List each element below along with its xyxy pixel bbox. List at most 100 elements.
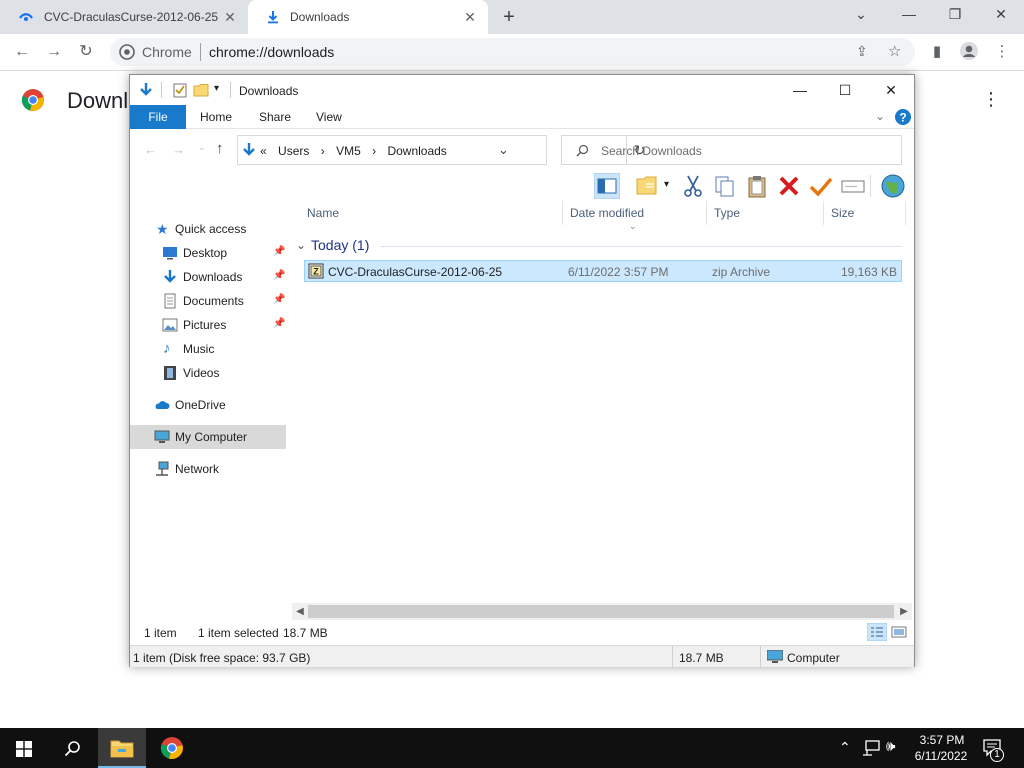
disk-free-text: 1 item (Disk free space: 93.7 GB) [133,651,311,665]
nav-network[interactable]: Network [130,457,286,481]
file-explorer-icon [110,740,134,758]
nav-documents[interactable]: Documents 📌 [130,289,286,313]
new-folder-dropdown-icon[interactable]: ▾ [664,179,669,190]
ribbon-tab-home[interactable]: Home [186,105,246,129]
taskbar: ⌃ 🕪 3:57 PM 6/11/2022 1 [0,728,1024,768]
taskbar-file-explorer[interactable] [98,728,146,768]
delete-icon[interactable] [776,173,802,199]
close-window-button[interactable]: ✕ [978,0,1024,30]
details-view-icon[interactable] [867,623,887,641]
network-tray-icon[interactable] [862,740,880,756]
nav-my-computer[interactable]: My Computer [130,425,286,449]
rename-field-icon[interactable] [840,173,866,199]
location-bar[interactable]: « Users › VM5 › Downloads ⌄ ↻ [237,135,645,165]
ribbon-tab-view[interactable]: View [302,105,356,129]
close-tab-icon[interactable]: ✕ [222,9,238,25]
status-divider [672,646,673,668]
search-input[interactable]: Search Downloads [561,135,902,165]
nav-pictures[interactable]: Pictures 📌 [130,313,286,337]
status-divider [760,646,761,668]
rename-check-icon[interactable] [808,173,834,199]
ribbon-expand-icon[interactable]: ⌄ [875,109,885,123]
globe-icon[interactable] [880,173,906,199]
back-arrow-icon[interactable]: ← [10,40,34,64]
restore-button[interactable]: ❐ [932,0,978,30]
column-type[interactable]: Type [707,201,824,225]
minimize-button[interactable]: — [886,0,932,30]
ribbon-tab-file[interactable]: File [130,105,186,129]
search-button[interactable] [48,728,96,768]
nav-desktop[interactable]: Desktop 📌 [130,241,286,265]
side-panel-icon[interactable]: ▮ [926,41,948,63]
volume-icon[interactable]: 🕪 [886,738,895,755]
ribbon-tab-share[interactable]: Share [245,105,305,129]
file-row[interactable]: Z CVC-DraculasCurse-2012-06-25 6/11/2022… [304,260,902,282]
profile-avatar-icon[interactable] [958,41,980,63]
breadcrumb-downloads[interactable]: Downloads [387,144,446,158]
close-tab-icon[interactable]: ✕ [462,9,478,25]
forward-arrow-icon[interactable]: → [172,142,185,157]
file-size: 19,163 KB [840,265,897,279]
tab-search-icon[interactable]: ⌄ [838,0,884,30]
nav-downloads[interactable]: Downloads 📌 [130,265,286,289]
column-size[interactable]: Size [824,201,906,225]
clock-time[interactable]: 3:57 PM [917,733,967,747]
address-bar[interactable]: Chrome chrome://downloads ⇪ ☆ [110,38,915,66]
horizontal-scrollbar[interactable]: ◀ ▶ [292,603,912,620]
chrome-menu-icon[interactable]: ⋮ [991,41,1013,63]
download-folder-icon[interactable] [138,82,154,98]
page-menu-icon[interactable]: ⋮ [982,89,1000,110]
up-arrow-icon[interactable]: ↑ [216,140,224,157]
bookmark-star-icon[interactable]: ☆ [888,42,901,60]
start-button[interactable] [0,728,48,768]
cut-icon[interactable] [680,173,706,199]
browser-toolbar: ← → ↻ Chrome chrome://downloads ⇪ ☆ ▮ ⋮ [0,34,1024,70]
paste-icon[interactable] [744,173,770,199]
collapse-icon[interactable]: ⌄ [296,238,306,252]
share-icon[interactable]: ⇪ [856,43,868,60]
new-folder-icon[interactable] [634,173,660,199]
pin-icon[interactable]: 📌 [273,270,285,281]
pin-icon[interactable]: 📌 [273,318,285,329]
properties-icon[interactable] [172,82,188,98]
new-folder-icon[interactable] [193,82,209,98]
back-arrow-icon[interactable]: ← [144,142,157,157]
breadcrumb: « Users › VM5 › Downloads [260,144,447,158]
reload-icon[interactable]: ↻ [74,40,98,64]
column-name[interactable]: Name [300,201,563,225]
preview-pane-icon[interactable] [594,173,620,199]
tab-downloads[interactable]: Downloads ✕ [248,0,488,34]
scroll-thumb[interactable] [308,605,894,618]
nav-quick-access[interactable]: ★ Quick access [130,217,286,241]
pin-icon[interactable]: 📌 [273,246,285,257]
explorer-close-button[interactable]: ✕ [868,75,914,105]
url-text[interactable]: chrome://downloads [209,44,334,60]
forward-arrow-icon[interactable]: → [42,40,66,64]
nav-label: Videos [183,366,220,380]
pin-icon[interactable]: 📌 [273,294,285,305]
show-hidden-icons-icon[interactable]: ⌃ [839,739,851,756]
recent-locations-icon[interactable]: ⌄ [198,142,206,153]
qat-dropdown-icon[interactable]: ▾ [214,83,219,94]
nav-onedrive[interactable]: OneDrive [130,393,286,417]
explorer-maximize-button[interactable]: ☐ [822,75,868,105]
large-icons-view-icon[interactable] [891,624,907,640]
scroll-left-icon[interactable]: ◀ [292,603,308,620]
breadcrumb-users[interactable]: Users [278,144,309,158]
new-tab-button[interactable]: + [498,6,520,28]
breadcrumb-vm5[interactable]: VM5 [336,144,361,158]
group-header-today[interactable]: ⌄ Today (1) [296,237,906,257]
tab-cvc[interactable]: CVC-DraculasCurse-2012-06-25 ✕ [0,0,248,34]
nav-music[interactable]: ♪ Music [130,337,286,361]
breadcrumb-prefix[interactable]: « [260,144,267,158]
explorer-minimize-button[interactable]: — [777,75,823,105]
copy-icon[interactable] [712,173,738,199]
help-icon[interactable]: ? [895,109,911,125]
address-dropdown-icon[interactable]: ⌄ [498,142,509,158]
taskbar-chrome[interactable] [148,728,196,768]
clock-date[interactable]: 6/11/2022 [911,749,971,763]
computer-icon [767,650,783,663]
total-size: 18.7 MB [679,651,724,665]
nav-videos[interactable]: Videos [130,361,286,385]
scroll-right-icon[interactable]: ▶ [896,603,912,620]
